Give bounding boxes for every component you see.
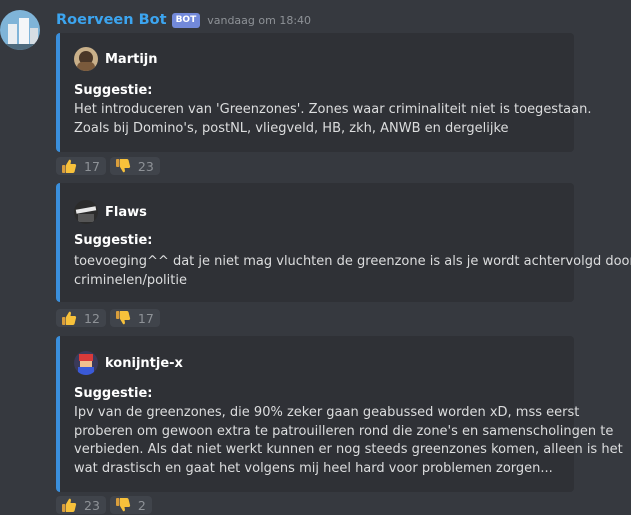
suggestion-embed: Martijn Suggestie: Het introduceren van … bbox=[56, 33, 592, 152]
reaction-thumbs-down[interactable]: 17 bbox=[109, 309, 160, 327]
bot-badge: BOT bbox=[171, 12, 201, 28]
field-title: Suggestie: bbox=[74, 386, 153, 401]
reaction-count: 23 bbox=[84, 497, 100, 513]
field-line: toevoeging^^ dat je niet mag vluchten de… bbox=[74, 254, 631, 269]
thumbs-up-icon bbox=[62, 498, 77, 512]
author-name[interactable]: Martijn bbox=[105, 52, 158, 67]
bot-avatar[interactable] bbox=[0, 10, 40, 50]
field-title: Suggestie: bbox=[74, 83, 153, 98]
author-avatar[interactable] bbox=[74, 351, 98, 375]
reaction-count: 17 bbox=[84, 158, 100, 174]
field-line: verbieden. Als dat niet werkt kunnen er … bbox=[74, 442, 623, 457]
author-avatar[interactable] bbox=[74, 47, 98, 71]
thumbs-down-icon bbox=[115, 159, 131, 173]
reaction-count: 23 bbox=[137, 158, 154, 174]
bot-username[interactable]: Roerveen Bot bbox=[56, 12, 167, 28]
field-line: criminelen/politie bbox=[74, 272, 187, 288]
thumbs-up-icon bbox=[62, 311, 77, 325]
reactions-bar: 17 23 bbox=[56, 157, 160, 175]
reaction-thumbs-up[interactable]: 23 bbox=[56, 496, 106, 514]
field-value: Het introduceren van 'Greenzones'. Zones… bbox=[74, 101, 592, 138]
author-name[interactable]: konijntje-x bbox=[105, 356, 183, 371]
field-line: Zoals bij Domino's, postNL, vliegveld, H… bbox=[74, 120, 509, 136]
suggestion-embed: Flaws Suggestie: toevoeging^^ dat je nie… bbox=[56, 183, 631, 302]
reaction-count: 2 bbox=[137, 497, 146, 513]
suggestion-embed: konijntje-x Suggestie: Ipv van de greenz… bbox=[56, 336, 623, 492]
message-timestamp: vandaag om 18:40 bbox=[207, 13, 312, 27]
reaction-thumbs-down[interactable]: 23 bbox=[109, 157, 160, 175]
message-header: Roerveen Bot BOT vandaag om 18:40 bbox=[56, 10, 311, 30]
reaction-count: 17 bbox=[137, 310, 154, 326]
thumbs-up-icon bbox=[62, 159, 77, 173]
reactions-bar: 23 2 bbox=[56, 496, 152, 514]
embed-author: Flaws bbox=[74, 200, 147, 224]
reaction-thumbs-down[interactable]: 2 bbox=[109, 496, 152, 514]
field-line: proberen om gewoon extra te patrouillere… bbox=[74, 423, 614, 439]
reaction-thumbs-up[interactable]: 12 bbox=[56, 309, 106, 327]
field-line: Het introduceren van 'Greenzones'. Zones… bbox=[74, 102, 592, 117]
field-line: wat drastisch en gaat het volgens mij he… bbox=[74, 460, 553, 476]
field-value: Ipv van de greenzones, die 90% zeker gaa… bbox=[74, 404, 623, 478]
field-value: toevoeging^^ dat je niet mag vluchten de… bbox=[74, 253, 631, 290]
field-title: Suggestie: bbox=[74, 233, 153, 248]
field-line: Ipv van de greenzones, die 90% zeker gaa… bbox=[74, 405, 580, 420]
author-name[interactable]: Flaws bbox=[105, 205, 147, 220]
thumbs-down-icon bbox=[115, 498, 131, 512]
reaction-thumbs-up[interactable]: 17 bbox=[56, 157, 106, 175]
reaction-count: 12 bbox=[84, 310, 100, 326]
embed-author: konijntje-x bbox=[74, 351, 183, 375]
reactions-bar: 12 17 bbox=[56, 309, 160, 327]
embed-author: Martijn bbox=[74, 47, 158, 71]
author-avatar[interactable] bbox=[74, 200, 98, 224]
thumbs-down-icon bbox=[115, 311, 131, 325]
